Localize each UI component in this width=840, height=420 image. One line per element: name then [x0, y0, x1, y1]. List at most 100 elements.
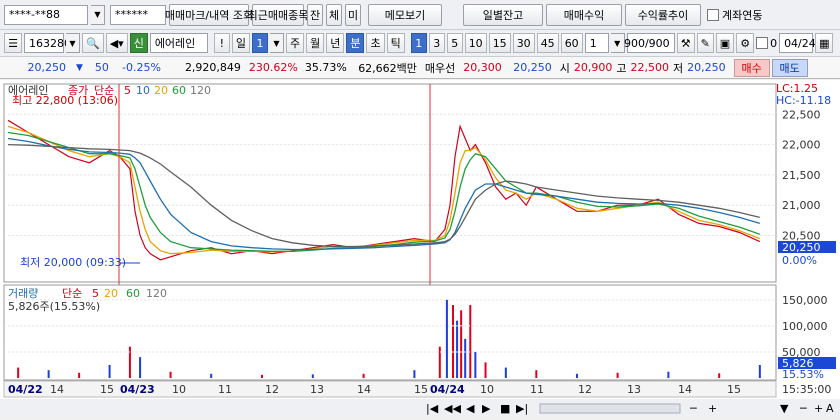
stock-name-field: 에어레인 — [149, 33, 208, 53]
calendar-icon[interactable]: ▦ — [815, 33, 834, 53]
interval-3-button[interactable]: 3 — [428, 33, 445, 53]
volume-bar — [17, 367, 20, 378]
warning-icon[interactable]: ! — [213, 33, 230, 53]
market-tag: 신 — [129, 33, 148, 53]
interval-15-button[interactable]: 15 — [488, 33, 511, 53]
order-marks-button[interactable]: 매매마크/내역 조회 — [165, 3, 253, 26]
nav-step-back-icon[interactable]: ◀ — [466, 402, 475, 415]
nav-stop-icon[interactable]: ■ — [500, 402, 510, 415]
volume-panel — [3, 284, 777, 381]
high-label: 고 — [616, 61, 627, 75]
trade-profit-button[interactable]: 매매수익 — [546, 3, 622, 26]
volume-bar — [667, 371, 670, 378]
stock-code-dropdown[interactable]: ▼ — [66, 33, 80, 53]
scroll-down-icon[interactable]: ▼ — [780, 402, 789, 415]
pref-value: 20,300 — [463, 61, 502, 74]
volume-label: 거래량 — [8, 287, 38, 300]
hc-label: HC:-11.18 — [776, 94, 831, 107]
low-label: 저 — [673, 61, 684, 75]
period-dropdown[interactable]: ▼ — [269, 33, 284, 53]
interval-60-button[interactable]: 60 — [560, 33, 583, 53]
zoom-plus-icon[interactable]: + — [814, 402, 823, 415]
x-axis-label: 14 — [357, 383, 371, 396]
date-checkbox[interactable] — [756, 37, 769, 49]
volume-bar — [484, 362, 487, 378]
buy-button[interactable]: 매수 — [733, 58, 770, 77]
nav-prev-icon[interactable]: ◀◀ — [444, 402, 461, 415]
font-size-icon[interactable]: A — [826, 402, 834, 415]
interval-1-button[interactable]: 1 — [410, 33, 427, 53]
tools-icon[interactable]: ⚒ — [676, 33, 695, 53]
period-week-button[interactable]: 주 — [285, 33, 305, 53]
interval-dropdown[interactable]: ▼ — [610, 33, 625, 53]
search-icon[interactable]: 🔍 — [82, 33, 104, 53]
zoom-out-icon[interactable]: ─ — [689, 402, 697, 415]
volume-bar — [474, 351, 477, 378]
volume-bar — [78, 372, 81, 378]
high-annotation: 최고 22,800 (13:06) — [12, 94, 118, 107]
volume-bar — [758, 364, 761, 378]
recent-items-button[interactable]: 최근매매종목 — [248, 3, 308, 26]
nav-next-icon[interactable]: ▶| — [516, 402, 528, 415]
che-button[interactable]: 체 — [326, 3, 342, 26]
interval-10-button[interactable]: 10 — [464, 33, 487, 53]
return-trend-button[interactable]: 수익률추이 — [625, 3, 701, 26]
volume-ma-type: 단순 — [62, 287, 82, 300]
settings-icon[interactable]: ⚙ — [736, 33, 755, 53]
x-axis-label: 15 — [727, 383, 741, 396]
list-icon[interactable]: ☰ — [4, 33, 22, 53]
price-change: 50 — [94, 61, 109, 74]
quote-bar: 20,250 ▼ 50 -0.25% 2,920,849 230.62% 35.… — [0, 57, 840, 79]
memo-button[interactable]: 메모보기 — [368, 3, 442, 26]
sell-button[interactable]: 매도 — [771, 58, 808, 77]
price-axis-tick: 21,000 — [782, 199, 821, 212]
jan-button[interactable]: 잔 — [307, 3, 323, 26]
volume-bar — [47, 370, 50, 378]
period-year-button[interactable]: 년 — [326, 33, 345, 53]
price-axis-tick: 21,500 — [782, 169, 821, 182]
daily-balance-button[interactable]: 일별잔고 — [463, 3, 543, 26]
volume-bar — [464, 338, 467, 378]
down-arrow-icon: ▼ — [76, 62, 83, 73]
period-tick-button[interactable]: 틱 — [386, 33, 405, 53]
period-value[interactable]: 1 — [251, 33, 268, 53]
draw-icon[interactable]: ✎ — [696, 33, 714, 53]
volume-bar — [718, 373, 721, 378]
save-icon[interactable]: ▣ — [715, 33, 735, 53]
price-axis-tick: 22,500 — [782, 108, 821, 121]
stock-code-input[interactable]: 163280 — [24, 33, 71, 53]
volume-bar — [504, 367, 507, 378]
period-second-button[interactable]: 초 — [366, 33, 385, 53]
account-input[interactable]: ****-**88 — [4, 4, 88, 25]
password-input[interactable]: ****** — [110, 4, 166, 25]
low-value: 20,250 — [687, 61, 726, 74]
account-link-checkbox[interactable] — [707, 8, 719, 21]
chart-scrollbar[interactable] — [539, 403, 681, 414]
interval-5-button[interactable]: 5 — [446, 33, 463, 53]
chart-area[interactable]: 에어레인 종가 단순 5 10 20 60 120 최고 22,800 (13:… — [0, 80, 840, 417]
mi-button[interactable]: 미 — [345, 3, 361, 26]
period-day-button[interactable]: 일 — [231, 33, 250, 53]
top-toolbar: ****-**88 ▼ ****** 매매마크/내역 조회 최근매매종목 잔 체… — [0, 0, 840, 30]
interval-30-button[interactable]: 30 — [512, 33, 535, 53]
volume-bar — [452, 305, 455, 378]
open-value: 20,900 — [573, 61, 613, 74]
nav-prev-all-icon[interactable]: |◀ — [426, 402, 439, 415]
date-input[interactable]: 04/24 — [779, 33, 816, 53]
account-dropdown[interactable]: ▼ — [91, 4, 105, 25]
period-month-button[interactable]: 월 — [306, 33, 325, 53]
count-field[interactable]: 900/900 — [624, 33, 675, 53]
period-minute-button[interactable]: 분 — [346, 33, 365, 53]
volume-current-line: 5,826주(15.53%) — [8, 300, 100, 313]
zoom-minus-icon[interactable]: ─ — [799, 402, 807, 415]
nav-step-forward-icon[interactable]: ▶ — [482, 402, 491, 415]
x-axis-label: 12 — [578, 383, 592, 396]
x-axis-label: 10 — [172, 383, 186, 396]
interval-45-button[interactable]: 45 — [536, 33, 559, 53]
speaker-icon[interactable]: ◀▾ — [105, 33, 128, 53]
volume-bar — [362, 373, 365, 378]
interval-input[interactable]: 1 — [584, 33, 609, 53]
price-volume-chart[interactable]: 에어레인 종가 단순 5 10 20 60 120 최고 22,800 (13:… — [0, 80, 840, 417]
x-axis-label: 12 — [265, 383, 279, 396]
zoom-in-icon[interactable]: + — [708, 402, 717, 415]
